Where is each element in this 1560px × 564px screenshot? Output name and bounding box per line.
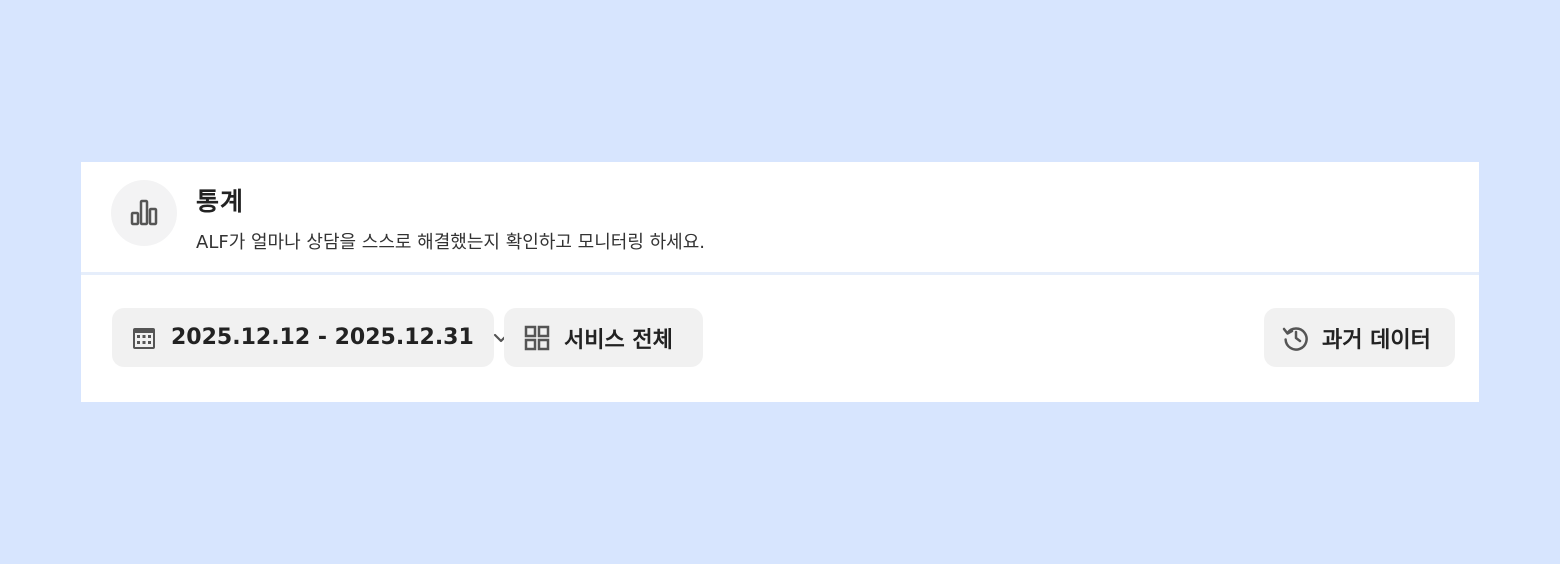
history-data-label: 과거 데이터 [1322,327,1431,353]
history-data-button[interactable]: 과거 데이터 [1264,308,1455,367]
page-subtitle: ALF가 얼마나 상담을 스스로 해결했는지 확인하고 모니터링 하세요. [196,232,706,253]
grid-icon [524,325,550,350]
service-filter-label: 서비스 전체 [564,327,673,353]
date-range-label: 2025.12.12 - 2025.12.31 [171,325,474,350]
page-title: 통계 [196,187,245,216]
filter-toolbar: 2025.12.12 - 2025.12.31 서비스 전체 과거 데이터 [81,275,1479,402]
statistics-panel: 통계 ALF가 얼마나 상담을 스스로 해결했는지 확인하고 모니터링 하세요.… [81,162,1479,402]
page-header: 통계 ALF가 얼마나 상담을 스스로 해결했는지 확인하고 모니터링 하세요. [81,162,1479,275]
bar-chart-icon [130,199,158,226]
history-icon [1282,326,1308,351]
service-filter-button[interactable]: 서비스 전체 [504,308,703,367]
header-icon-circle [111,180,177,246]
calendar-icon [133,327,155,349]
date-range-button[interactable]: 2025.12.12 - 2025.12.31 [112,308,508,367]
